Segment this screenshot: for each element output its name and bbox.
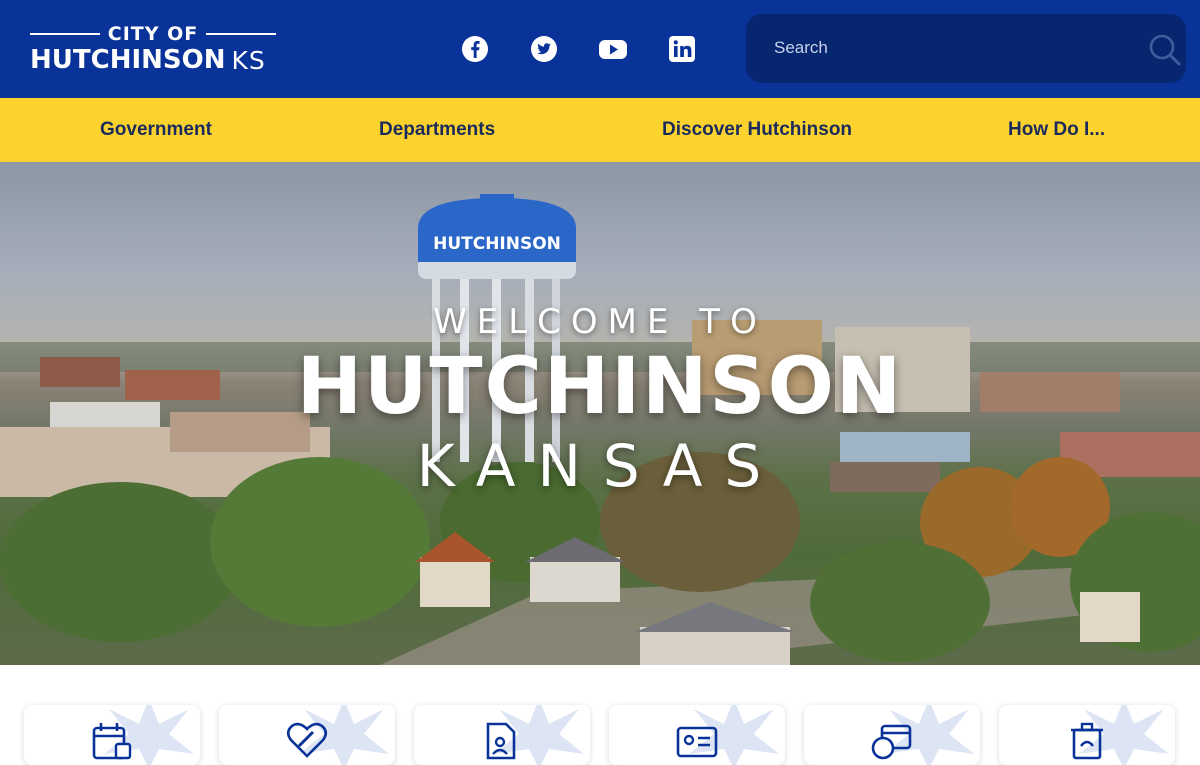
quick-links [0,665,1200,765]
quick-link-card-payment[interactable] [804,705,980,765]
hero-text: WELCOME TO HUTCHINSON KANSAS [0,162,1200,665]
hero-welcome: WELCOME TO [433,302,767,342]
youtube-link[interactable] [598,35,628,63]
recycle-bin-icon [1071,722,1103,760]
logo-city-name: HUTCHINSON [30,45,226,75]
logo-city-of: CITY OF [107,23,199,45]
linkedin-link[interactable] [668,35,696,63]
youtube-icon [599,40,627,59]
hero-banner: HUTCHINSON WELCOME TO HUTCHINSON KANSAS [0,162,1200,665]
nav-item-how-do-i[interactable]: How Do I... [1008,98,1105,162]
search-icon[interactable] [1148,33,1182,67]
facebook-link[interactable] [461,35,489,63]
id-card-icon [676,726,718,758]
logo-rule-right [206,33,277,35]
twitter-link[interactable] [530,35,558,63]
heart-wrench-icon [286,722,328,758]
quick-link-card-documents[interactable] [414,705,590,765]
hero-city-name: HUTCHINSON [296,342,904,432]
quick-link-card-calendar[interactable] [24,705,200,765]
facebook-icon [462,36,488,62]
logo-bottom-line: HUTCHINSON KS [30,44,266,76]
site-header: CITY OF HUTCHINSON KS [0,0,1200,98]
payment-icon [871,724,912,760]
quick-link-card-recycling[interactable] [999,705,1175,765]
search-box [746,14,1186,83]
main-nav: Government Departments Discover Hutchins… [0,98,1200,162]
nav-item-departments[interactable]: Departments [379,98,495,162]
logo-rule-left [30,33,100,35]
nav-item-government[interactable]: Government [100,98,212,162]
linkedin-icon [669,36,695,62]
logo-top-line: CITY OF [30,23,277,45]
nav-item-discover-hutchinson[interactable]: Discover Hutchinson [662,98,852,162]
twitter-icon [531,36,557,62]
logo-state: KS [231,45,266,75]
quick-link-card-id[interactable] [609,705,785,765]
quick-link-card-services[interactable] [219,705,395,765]
hero-state-name: KANSAS [416,432,784,500]
search-input[interactable] [774,34,1114,62]
city-logo[interactable]: CITY OF HUTCHINSON KS [30,23,280,76]
document-user-icon [486,722,516,760]
calendar-icon [92,723,132,760]
